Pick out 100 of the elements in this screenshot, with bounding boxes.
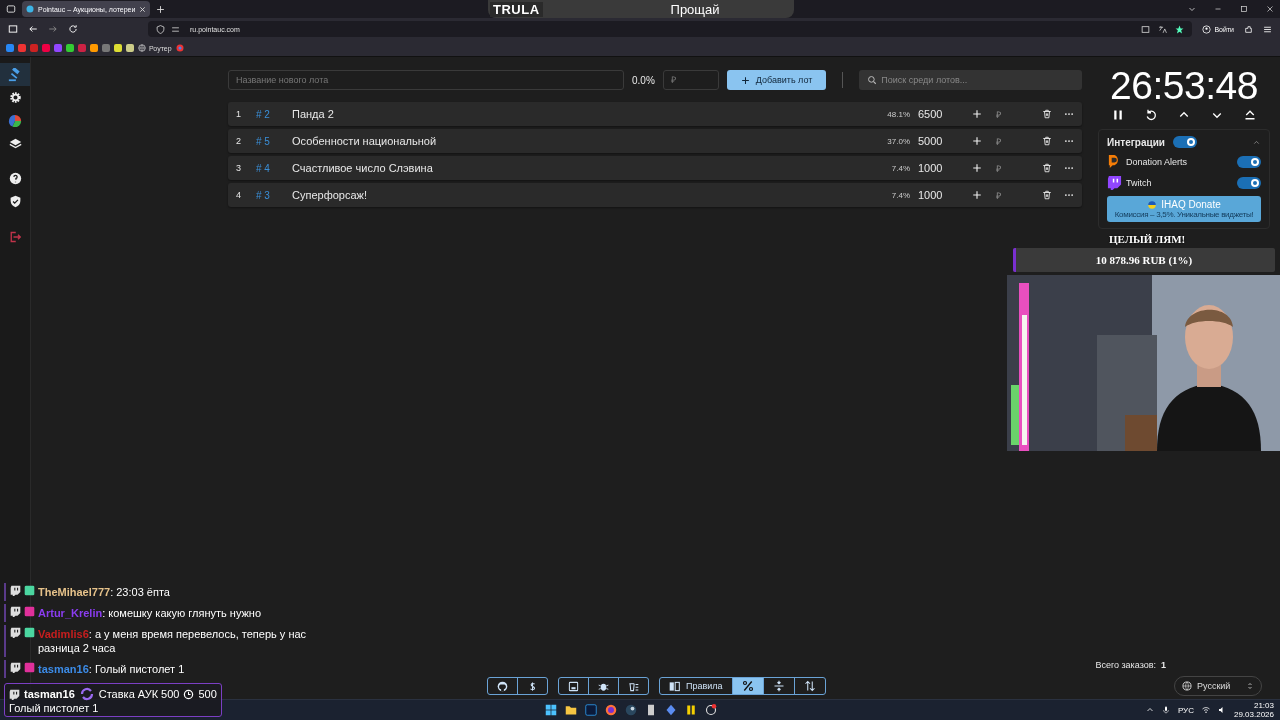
lot-id: # 2 xyxy=(256,108,271,120)
reset-button[interactable] xyxy=(1145,109,1158,121)
save-icon xyxy=(568,680,579,692)
double-up-button[interactable] xyxy=(1243,109,1256,121)
taskbar-app[interactable] xyxy=(565,704,577,716)
translate-icon xyxy=(1158,24,1168,34)
account-icon xyxy=(1202,24,1212,34)
chat-message: Artur_Krelin: комешку какую глянуть нужно xyxy=(38,606,263,620)
twitch-icon xyxy=(10,585,21,596)
photo-editor-icon xyxy=(585,704,597,716)
lot-id: # 5 xyxy=(256,135,271,147)
view-button[interactable] xyxy=(731,678,763,694)
add-amount-button[interactable] xyxy=(972,163,982,173)
add-lot-button[interactable]: Добавить лот xyxy=(726,70,827,90)
close-icon xyxy=(1266,5,1274,13)
chat-message: Vadimlis6: а у меня время перевелось, теперь у нас разница 2 часа xyxy=(38,627,308,655)
badge-icon xyxy=(24,627,35,638)
badge-icon xyxy=(24,606,35,617)
currency-sign: ₽ xyxy=(996,162,1002,175)
plus-icon xyxy=(972,190,982,200)
steam-icon xyxy=(625,704,637,716)
trash-icon xyxy=(1042,163,1052,173)
input-language[interactable]: РУС xyxy=(1177,705,1194,715)
percent-icon xyxy=(741,680,754,692)
currency-sign: ₽ xyxy=(996,189,1002,202)
taskbar-app[interactable] xyxy=(605,704,617,716)
pause-button[interactable] xyxy=(1112,109,1125,121)
taskbar-app[interactable] xyxy=(665,704,677,716)
amount-field[interactable]: ₽ xyxy=(662,70,719,90)
new-tab-icon xyxy=(156,4,166,14)
rules-button[interactable]: Правила xyxy=(660,678,732,694)
promo-banner[interactable]: IHAQ Donate Комиссия – 3,5%. Уникальные виджеты! xyxy=(1107,196,1261,222)
delete-button[interactable] xyxy=(1042,163,1052,173)
delete-button[interactable] xyxy=(1042,109,1052,119)
settings-icon xyxy=(8,91,22,104)
trash-icon xyxy=(1042,109,1052,119)
taskbar-app[interactable] xyxy=(645,704,657,716)
lot-name: Особенности национальной xyxy=(292,135,438,147)
divide-icon xyxy=(772,680,785,692)
trash-list-icon xyxy=(628,680,639,692)
twitch-icon xyxy=(10,662,21,673)
back-icon xyxy=(28,24,38,34)
orders-count: 1 xyxy=(1161,660,1166,670)
integration-name: Twitch xyxy=(1126,177,1152,188)
document-icon xyxy=(645,704,657,716)
toggle-switch[interactable] xyxy=(1172,136,1197,148)
shield-icon xyxy=(156,24,165,34)
sort-icon xyxy=(803,680,816,692)
lot-amount: 6500 xyxy=(918,108,944,120)
plus-icon xyxy=(972,109,982,119)
layers-icon xyxy=(8,137,22,150)
chevron-up-icon xyxy=(1145,706,1154,714)
toggle-switch[interactable] xyxy=(1237,155,1261,168)
github-icon xyxy=(497,680,508,692)
reset-icon xyxy=(1145,109,1158,121)
row-number: 1 xyxy=(236,109,242,119)
start-button[interactable] xyxy=(545,704,557,716)
search-field[interactable]: Поиск среди лотов... xyxy=(859,70,1082,90)
lot-percent: 37.0% xyxy=(886,136,910,146)
plus-icon xyxy=(972,136,982,146)
site-icon xyxy=(26,5,34,13)
globe-icon xyxy=(138,44,146,52)
folder-icon xyxy=(565,704,577,716)
toggle-switch[interactable] xyxy=(1237,176,1261,189)
badge-icon xyxy=(24,585,35,596)
wifi-icon xyxy=(1201,706,1210,714)
add-amount-button[interactable] xyxy=(972,190,982,200)
add-amount-button[interactable] xyxy=(972,109,982,119)
add-amount-button[interactable] xyxy=(972,136,982,146)
row-number: 3 xyxy=(236,163,242,173)
delete-button[interactable] xyxy=(1042,136,1052,146)
twitch-icon xyxy=(10,627,21,638)
shield-check-icon xyxy=(8,195,22,208)
chrome-icon xyxy=(175,44,184,52)
delete-button[interactable] xyxy=(1042,190,1052,200)
row-number: 2 xyxy=(236,136,242,146)
speaker-icon xyxy=(1217,706,1226,714)
orders-label: Всего заказов: xyxy=(1095,660,1156,670)
lot-percent: 7.4% xyxy=(890,190,910,200)
twitch-icon xyxy=(9,688,20,700)
chevron-down-icon xyxy=(1188,5,1196,13)
globe-icon xyxy=(1182,681,1192,691)
taskbar-app[interactable] xyxy=(625,704,637,716)
countdown-timer: 26:53:48 xyxy=(1109,63,1259,109)
taskbar-clock[interactable]: 21:03 29.03.2026 xyxy=(1233,701,1274,719)
pause-icon xyxy=(1112,109,1125,121)
browser-icon xyxy=(605,704,617,716)
reader-icon xyxy=(1141,24,1151,34)
menu-icon xyxy=(1263,24,1272,34)
logo-text: TRULA xyxy=(490,1,543,17)
chat-message: Голый пистолет 1 xyxy=(9,702,100,714)
currency-sign: ₽ xyxy=(996,135,1002,148)
lot-name-field[interactable]: Название нового лота xyxy=(228,70,624,90)
integration-name: Donation Alerts xyxy=(1126,156,1188,167)
reload-icon xyxy=(68,24,78,34)
close-icon xyxy=(139,5,147,13)
badge-icon xyxy=(24,662,35,673)
taskbar-app[interactable] xyxy=(685,704,697,716)
gavel-icon xyxy=(8,67,22,82)
extensions-icon xyxy=(1244,24,1253,34)
